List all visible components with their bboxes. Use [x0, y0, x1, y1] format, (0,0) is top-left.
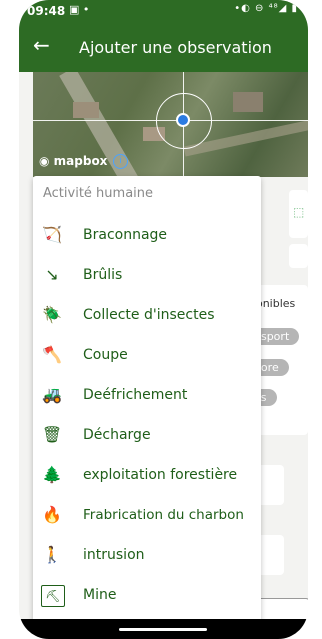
garbage-icon: 🗑 — [41, 425, 63, 444]
menu-item-fabrication-charbon[interactable]: 🔥 Frabrication du charbon — [33, 495, 261, 535]
campfire-icon: 🔥 — [42, 505, 62, 524]
menu-item-label: Mine — [83, 587, 117, 603]
background-icon: ⬚ — [293, 205, 305, 219]
menu-item-label: Décharge — [83, 427, 151, 443]
walking-person-icon: 🚶 — [42, 545, 62, 564]
menu-item-intrusion[interactable]: 🚶 intrusion — [33, 535, 261, 575]
menu-item-brulis[interactable]: ↘ Brûlis — [33, 255, 261, 295]
background-card: ⬚ — [289, 190, 308, 238]
torch-icon: ↘ — [45, 265, 59, 284]
activity-dropdown-menu: Activité humaine 🏹 Braconnage ↘ Brûlis 🪲… — [33, 176, 261, 624]
map-building — [73, 102, 99, 118]
menu-item-defrichement[interactable]: 🚜 Deéfrichement — [33, 375, 261, 415]
menu-header: Activité humaine — [43, 186, 154, 201]
woodcutter-icon: 🪓 — [42, 345, 62, 364]
menu-item-decharge[interactable]: 🗑 Décharge — [33, 415, 261, 455]
menu-item-collecte-insectes[interactable]: 🪲 Collecte d'insectes — [33, 295, 261, 335]
map-info-icon[interactable]: i — [113, 154, 128, 169]
menu-item-label: Frabrication du charbon — [83, 507, 244, 523]
menu-item-label: Deéfrichement — [83, 387, 188, 403]
map-building — [233, 92, 263, 112]
app-bar: ← Ajouter une observation — [19, 22, 308, 72]
system-icons: •◐ ⊖ ⁴⁸◢ ▮ — [234, 3, 298, 14]
page-title: Ajouter une observation — [79, 38, 272, 57]
phone-frame: 09:48 ▣ • •◐ ⊖ ⁴⁸◢ ▮ ← Ajouter une obser… — [19, 0, 308, 639]
back-arrow-icon[interactable]: ← — [33, 33, 50, 57]
menu-item-label: Collecte d'insectes — [83, 307, 215, 323]
menu-item-label: exploitation forestière — [83, 467, 238, 483]
background-card — [289, 244, 308, 268]
map-view[interactable]: ◉ mapbox i — [33, 72, 308, 177]
status-time: 09:48 — [27, 4, 66, 18]
bulldozer-icon: 🚜 — [42, 385, 62, 404]
menu-item-label: Braconnage — [83, 227, 168, 243]
logging-icon: 🌲 — [42, 465, 62, 484]
bow-icon: 🏹 — [42, 225, 62, 244]
insect-net-icon: 🪲 — [42, 305, 62, 324]
menu-item-mine[interactable]: ⛏ Mine — [33, 575, 261, 615]
menu-item-coupe[interactable]: 🪓 Coupe — [33, 335, 261, 375]
menu-item-label: intrusion — [83, 547, 145, 563]
mapbox-logo-text: mapbox — [53, 154, 108, 168]
mapbox-logo: ◉ mapbox — [39, 154, 108, 168]
notification-icons: ▣ • — [69, 3, 90, 16]
system-navigation-bar — [19, 619, 308, 639]
menu-item-braconnage[interactable]: 🏹 Braconnage — [33, 215, 261, 255]
menu-item-label: Brûlis — [83, 267, 123, 283]
status-bar: 09:48 ▣ • •◐ ⊖ ⁴⁸◢ ▮ — [19, 0, 308, 22]
mine-icon: ⛏ — [41, 585, 65, 607]
menu-item-exploitation-forestiere[interactable]: 🌲 exploitation forestière — [33, 455, 261, 495]
menu-item-label: Coupe — [83, 347, 128, 363]
location-marker-icon — [176, 113, 190, 127]
home-gesture-bar[interactable] — [119, 628, 207, 631]
